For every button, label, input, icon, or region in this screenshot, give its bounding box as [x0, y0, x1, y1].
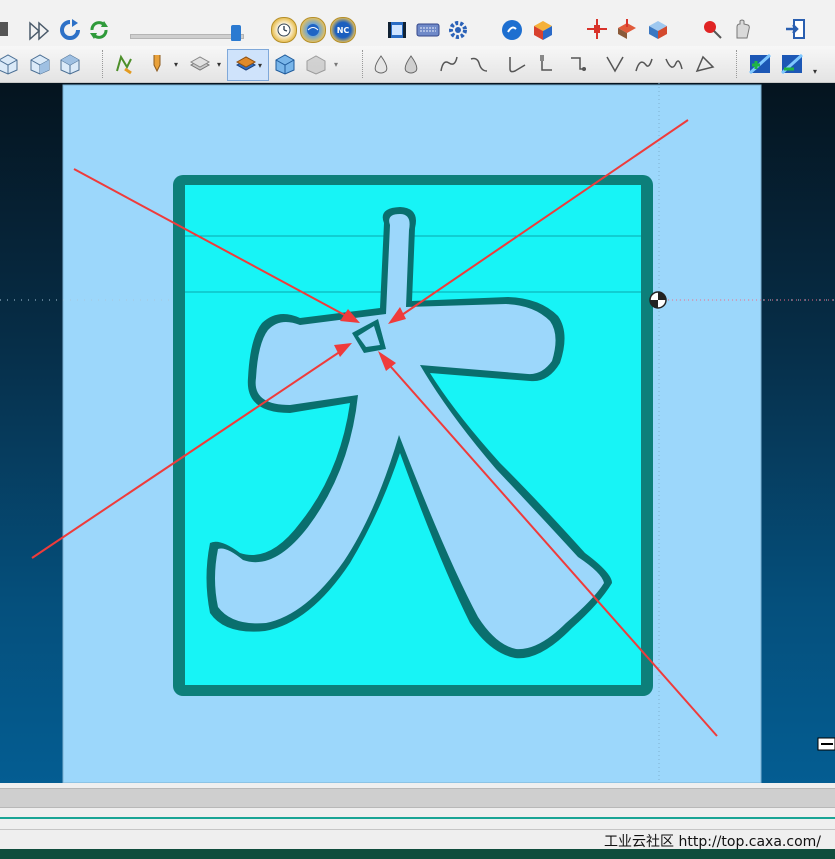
arrow-circle-icon: [502, 20, 522, 40]
divider-teal: [0, 817, 835, 819]
pin-button[interactable]: [700, 17, 724, 41]
status-bar-1: [0, 788, 835, 808]
verify-button[interactable]: [779, 52, 805, 76]
view-cube-icon: [60, 54, 80, 75]
path-tool-7-button[interactable]: [565, 52, 591, 76]
slider-thumb[interactable]: [231, 25, 241, 41]
keyboard-button[interactable]: [415, 21, 441, 39]
path-tool-8-button[interactable]: [602, 52, 628, 76]
film-button[interactable]: [385, 19, 409, 41]
simulate-button[interactable]: [747, 52, 773, 76]
cube-tool-icon: [649, 21, 667, 39]
stock-icon: [235, 56, 257, 71]
exit-button[interactable]: [783, 17, 809, 41]
path-tool-11-button[interactable]: [692, 52, 718, 76]
tool-path-icon: [606, 56, 624, 73]
layers-icon: [189, 56, 211, 71]
fast-forward-icon: [29, 21, 50, 41]
tool-path-icon: [509, 57, 526, 73]
part-cube-button[interactable]: [272, 52, 298, 76]
drill-icon: [153, 55, 161, 73]
shape-path-icon: [695, 55, 715, 73]
view-cube-front-button[interactable]: [0, 52, 20, 76]
machine-icon: [618, 19, 636, 39]
stop-button[interactable]: [0, 22, 8, 36]
machine-dropdown-arrow[interactable]: ▾: [331, 56, 341, 72]
viewport-3d[interactable]: [0, 83, 835, 783]
film-icon: [388, 22, 406, 38]
nc-label: NC: [336, 25, 350, 35]
view-cube-icon: [30, 54, 50, 75]
top-toolbar: NC: [0, 0, 835, 46]
curve-path-icon: [470, 57, 488, 72]
hand-icon: [736, 19, 750, 39]
exit-icon: [786, 19, 805, 39]
crosshair-button[interactable]: [585, 17, 609, 41]
globe-button[interactable]: [300, 17, 326, 43]
tool-path-icon: [571, 57, 586, 71]
stock-button-active[interactable]: ▾: [227, 49, 269, 81]
machine-cube-icon: [306, 55, 326, 75]
drill-tool-button[interactable]: [145, 52, 169, 76]
path-tool-3-button[interactable]: [436, 52, 462, 76]
curve-path-icon: [665, 58, 683, 70]
simulate-icon: [748, 53, 772, 75]
cube-icon: [275, 54, 295, 75]
refresh-icon: [60, 19, 80, 40]
path-tool-1-button[interactable]: [368, 52, 394, 76]
toolpath-edit-button[interactable]: [112, 52, 136, 76]
path-tool-6-button[interactable]: [533, 52, 559, 76]
path-tool-9-button[interactable]: [631, 52, 657, 76]
slider-track: [130, 34, 244, 39]
machine-button[interactable]: [614, 17, 640, 41]
tool-path-icon: [540, 55, 552, 71]
path-tool-2-button[interactable]: [398, 52, 424, 76]
reload-button[interactable]: [87, 18, 111, 42]
curve-path-icon: [635, 58, 653, 72]
speed-slider[interactable]: [130, 25, 248, 41]
crosshair-icon: [587, 19, 607, 39]
layer-tool-button[interactable]: [188, 52, 212, 76]
pin-icon: [704, 21, 722, 39]
gear-icon: [449, 21, 467, 39]
drop-path-icon: [374, 55, 388, 74]
cube-tool-button[interactable]: [645, 17, 671, 41]
fast-forward-button[interactable]: [27, 20, 53, 42]
layer-dropdown-arrow[interactable]: ▾: [214, 56, 224, 72]
settings-gear-button[interactable]: [446, 18, 470, 42]
machine-cube-button[interactable]: [303, 52, 329, 76]
nc-button[interactable]: NC: [330, 17, 356, 43]
watermark-text: 工业云社区 http://top.caxa.com/: [604, 834, 821, 850]
clock-button[interactable]: [271, 17, 297, 43]
arrow-circle-button[interactable]: [500, 18, 524, 42]
drop-path-icon: [404, 55, 418, 74]
refresh-button[interactable]: [58, 18, 82, 42]
taskbar: [0, 849, 835, 859]
view-cube-top-button[interactable]: [58, 52, 82, 76]
verify-icon: [780, 53, 804, 75]
globe-icon: [307, 24, 319, 36]
path-tool-5-button[interactable]: [504, 52, 530, 76]
origin-marker: [649, 291, 667, 309]
color-cube-icon: [534, 21, 552, 40]
toolbar-overflow-arrow[interactable]: ▾: [810, 64, 820, 78]
curve-path-icon: [440, 56, 458, 72]
path-tool-10-button[interactable]: [661, 52, 687, 76]
path-tool-4-button[interactable]: [466, 52, 492, 76]
drill-dropdown-arrow[interactable]: ▾: [171, 56, 181, 72]
clock-icon: [277, 23, 291, 37]
hand-button[interactable]: [730, 17, 756, 41]
viewport-canvas: [0, 83, 835, 783]
toolpath-edit-icon: [116, 54, 132, 75]
keyboard-icon: [416, 23, 440, 37]
stock-dropdown-arrow[interactable]: ▾: [258, 61, 262, 70]
operations-toolbar: ▾ ▾ ▾ ▾ ▾: [0, 46, 835, 83]
reload-icon: [90, 21, 108, 39]
divider-gray: [0, 829, 835, 830]
view-cube-side-button[interactable]: [28, 52, 52, 76]
cube-color-button[interactable]: [530, 18, 556, 42]
view-cube-icon: [0, 54, 18, 75]
